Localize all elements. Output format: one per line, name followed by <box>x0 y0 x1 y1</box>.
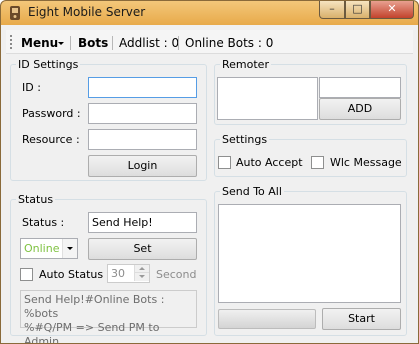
start-broadcast-button[interactable]: Start <box>322 308 401 330</box>
group-title: Settings <box>220 133 270 146</box>
menu-dropdown[interactable]: Menu <box>21 36 58 50</box>
wlc-message-checkbox[interactable] <box>311 156 324 169</box>
resource-label: Resource : <box>22 133 80 146</box>
wlc-message-label: Wlc Message <box>330 156 402 169</box>
group-title: Remoter <box>220 58 271 71</box>
remoter-group: Remoter ADD <box>214 58 407 125</box>
second-label: Second <box>156 268 197 281</box>
broadcast-message-textarea[interactable] <box>218 204 401 303</box>
presence-select[interactable]: Online <box>20 238 78 259</box>
presence-value: Online <box>24 242 60 255</box>
maximize-button[interactable]: □ <box>345 1 370 19</box>
client-area: Menu Bots Addlist : 0 Online Bots : 0 ID… <box>6 25 413 343</box>
password-input[interactable] <box>88 103 197 124</box>
resource-input[interactable] <box>88 129 197 150</box>
remoter-list[interactable] <box>217 77 318 120</box>
group-title: Send To All <box>220 185 284 198</box>
stepper-down-icon[interactable] <box>134 273 149 281</box>
id-settings-group: ID Settings ID : Password : Resource : L… <box>10 58 207 181</box>
password-label: Password : <box>22 107 81 120</box>
close-button[interactable]: ✕ <box>370 1 414 19</box>
toolbar-grip[interactable] <box>10 35 12 49</box>
window-title: Eight Mobile Server <box>28 5 146 19</box>
addlist-count: Addlist : 0 <box>119 36 180 50</box>
bots-menu[interactable]: Bots <box>78 36 108 50</box>
set-status-button[interactable]: Set <box>88 238 197 260</box>
auto-accept-label: Auto Accept <box>236 156 303 169</box>
stepper-up-icon[interactable] <box>134 265 149 273</box>
auto-status-label: Auto Status <box>39 268 104 281</box>
interval-value: 30 <box>111 267 125 280</box>
app-icon <box>10 6 20 20</box>
chevron-down-icon <box>58 42 64 45</box>
id-label: ID : <box>22 81 41 94</box>
status-group: Status Status : Send Help! Online Set Au… <box>10 193 207 343</box>
chevron-down-icon[interactable] <box>62 239 77 258</box>
menu-separator <box>112 36 113 50</box>
menu-separator <box>178 36 179 50</box>
auto-accept-checkbox[interactable] <box>218 156 231 169</box>
group-title: ID Settings <box>16 58 81 71</box>
login-button[interactable]: Login <box>88 155 197 177</box>
minimize-button[interactable]: – <box>319 1 345 19</box>
add-remoter-button[interactable]: ADD <box>319 98 401 120</box>
auto-status-checkbox[interactable] <box>20 268 33 281</box>
status-message-input[interactable]: Send Help! <box>88 212 197 233</box>
broadcast-progress-bar <box>218 309 316 329</box>
id-input[interactable] <box>88 77 197 98</box>
menu-bar: Menu Bots Addlist : 0 Online Bots : 0 <box>6 30 413 54</box>
status-template-textarea[interactable]: Send Help!#Online Bots : %bots %#Q/PM =>… <box>20 290 197 343</box>
main-window: Eight Mobile Server – □ ✕ Menu Bots Addl… <box>0 0 419 344</box>
title-bar[interactable]: Eight Mobile Server – □ ✕ <box>1 1 418 25</box>
status-label: Status : <box>22 216 65 229</box>
group-title: Status <box>16 193 56 206</box>
online-bots-count: Online Bots : 0 <box>185 36 274 50</box>
auto-status-interval-stepper[interactable]: 30 <box>107 264 150 283</box>
menu-separator <box>70 36 71 50</box>
remoter-input[interactable] <box>319 77 401 98</box>
settings-group: Settings Auto Accept Wlc Message <box>214 133 407 177</box>
send-to-all-group: Send To All Start <box>214 185 407 336</box>
